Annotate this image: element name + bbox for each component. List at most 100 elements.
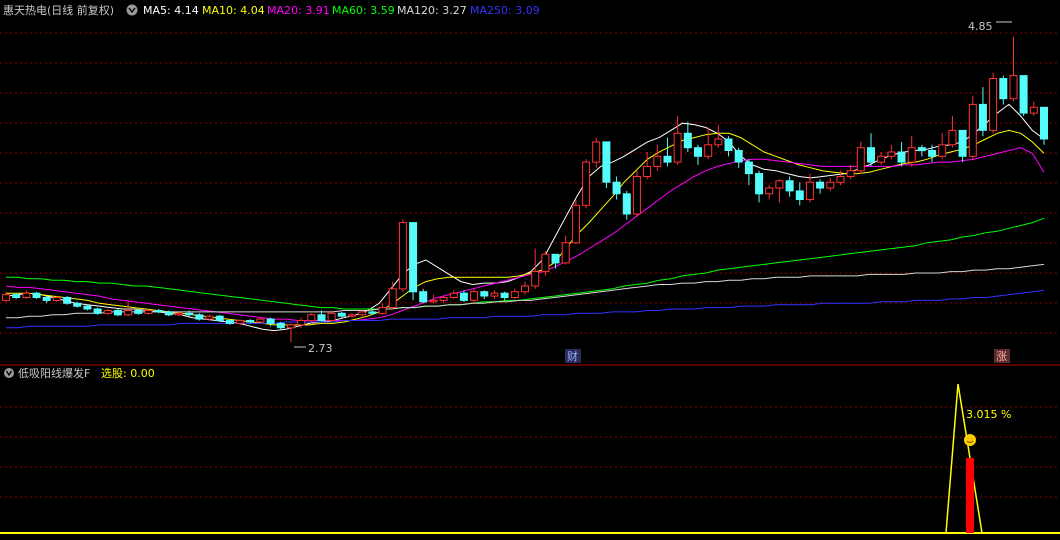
candle-body bbox=[22, 292, 31, 299]
candle bbox=[653, 144, 662, 171]
candle-body bbox=[378, 307, 387, 314]
ma5-line bbox=[5, 103, 1045, 332]
candle bbox=[276, 321, 285, 330]
candle bbox=[643, 151, 652, 180]
candle-body bbox=[856, 147, 865, 172]
candle bbox=[409, 222, 418, 301]
candle-body bbox=[205, 315, 214, 320]
candle-body bbox=[2, 294, 10, 301]
candle-body bbox=[215, 315, 224, 322]
candle-body bbox=[124, 310, 133, 316]
candle-body bbox=[12, 294, 21, 299]
candle-body bbox=[938, 144, 947, 157]
candle bbox=[215, 314, 224, 322]
candle bbox=[999, 75, 1008, 105]
candle bbox=[388, 281, 397, 310]
candle bbox=[612, 176, 621, 200]
indicator-value: 选股: 0.00 bbox=[101, 367, 155, 380]
candle bbox=[968, 95, 977, 160]
candle-body bbox=[887, 151, 896, 157]
candle-body bbox=[52, 297, 61, 301]
low-annotation: 2.73 bbox=[308, 342, 333, 355]
candle bbox=[1040, 106, 1048, 145]
candle bbox=[480, 290, 489, 299]
candle-body bbox=[907, 147, 916, 163]
candle bbox=[978, 87, 987, 137]
candle-body bbox=[836, 176, 845, 183]
candle bbox=[93, 307, 102, 315]
candle-body bbox=[714, 138, 723, 146]
candle bbox=[490, 290, 499, 299]
candle-body bbox=[622, 193, 631, 215]
candle bbox=[439, 296, 448, 304]
chart-area: 4.85 2.73 财 涨 惠天热电(日线 前复权) MA5: 4.14 MA1… bbox=[0, 3, 1060, 534]
indicator-dropdown-icon[interactable] bbox=[4, 368, 14, 378]
candle bbox=[246, 319, 255, 324]
candle-body bbox=[968, 103, 977, 157]
candle-body bbox=[490, 292, 499, 297]
candle bbox=[704, 127, 713, 160]
zhang-marker-label: 涨 bbox=[996, 350, 1007, 363]
candle bbox=[1019, 75, 1028, 116]
candle-body bbox=[1009, 75, 1018, 100]
candle-body bbox=[63, 297, 72, 304]
candle-body bbox=[73, 302, 82, 307]
candle-body bbox=[348, 314, 356, 317]
candle bbox=[541, 251, 550, 276]
candle-body bbox=[358, 311, 367, 316]
candle-body bbox=[928, 150, 937, 157]
candle-body bbox=[541, 253, 550, 273]
candle-body bbox=[785, 180, 794, 192]
candle-body bbox=[673, 132, 682, 163]
candle-body bbox=[592, 141, 601, 163]
candle bbox=[785, 176, 794, 197]
candle-body bbox=[867, 147, 875, 163]
candle-body bbox=[1040, 106, 1048, 140]
candle bbox=[500, 291, 509, 301]
candle bbox=[337, 311, 346, 318]
indicator-plot: 3.015 % bbox=[0, 383, 1060, 534]
candle-body bbox=[327, 312, 336, 321]
candle bbox=[42, 296, 51, 304]
candle-body bbox=[154, 310, 163, 313]
candle-body bbox=[500, 292, 509, 299]
candle bbox=[571, 199, 580, 245]
candle bbox=[826, 177, 835, 191]
candle bbox=[429, 294, 438, 304]
candle bbox=[775, 179, 784, 203]
candle bbox=[694, 144, 702, 165]
candle-body bbox=[266, 318, 275, 324]
candle-body bbox=[236, 320, 245, 324]
high-annotation: 4.85 bbox=[968, 20, 993, 33]
candle bbox=[917, 144, 926, 157]
candle-body bbox=[999, 78, 1008, 100]
settings-dropdown-icon[interactable] bbox=[126, 4, 138, 16]
indicator-header: 低吸阳线爆发F 选股: 0.00 bbox=[4, 366, 155, 380]
ma20-label: MA20: 3.91 bbox=[267, 4, 330, 17]
moving-average-lines bbox=[5, 103, 1045, 332]
candle bbox=[897, 141, 906, 167]
candle-body bbox=[551, 253, 560, 264]
signal-bar bbox=[966, 458, 974, 533]
candle-body bbox=[195, 314, 204, 320]
candle bbox=[958, 129, 967, 163]
candle-body bbox=[724, 138, 733, 151]
candle-body bbox=[694, 147, 702, 157]
candle bbox=[938, 133, 947, 160]
candle-body bbox=[398, 222, 407, 290]
ma10-label: MA10: 4.04 bbox=[202, 4, 265, 17]
candle-body bbox=[755, 173, 764, 195]
candle-body bbox=[368, 311, 377, 314]
candle bbox=[867, 133, 875, 167]
candle-body bbox=[989, 78, 998, 131]
candle bbox=[449, 290, 458, 299]
candle bbox=[195, 313, 204, 321]
candle bbox=[989, 72, 998, 134]
candle bbox=[83, 304, 92, 311]
candle-body bbox=[795, 190, 804, 200]
cai-marker-label: 财 bbox=[567, 349, 578, 363]
candle-body bbox=[42, 297, 51, 301]
candle bbox=[887, 144, 896, 160]
candle-body bbox=[439, 297, 448, 301]
indicator-name: 低吸阳线爆发F bbox=[18, 366, 90, 380]
